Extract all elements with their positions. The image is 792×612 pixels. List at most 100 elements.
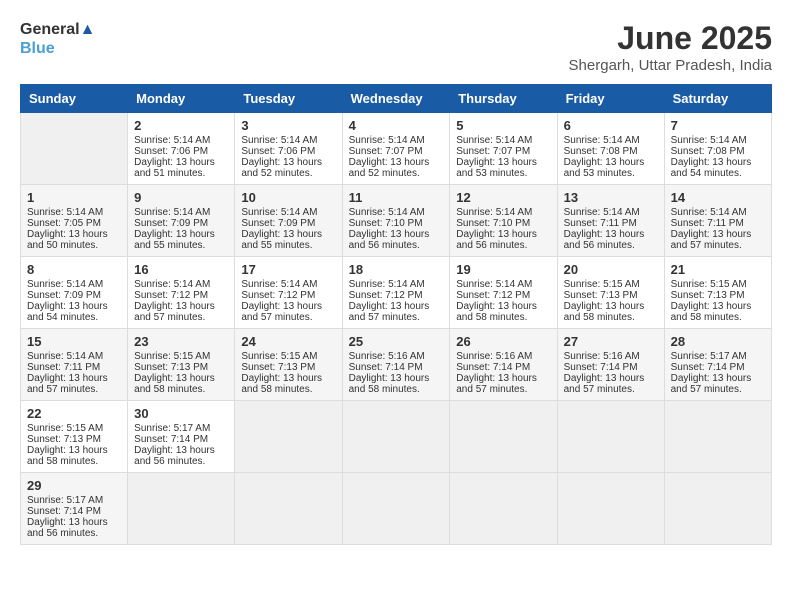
table-cell: 14 Sunrise: 5:14 AM Sunset: 7:11 PM Dayl… [664,185,771,257]
table-cell: 10 Sunrise: 5:14 AM Sunset: 7:09 PM Dayl… [235,185,342,257]
sunset-text: Sunset: 7:13 PM [241,362,315,373]
table-cell [450,473,557,545]
calendar-header-row: Sunday Monday Tuesday Wednesday Thursday… [21,85,772,113]
day-number: 11 [349,190,444,205]
daylight-text: Daylight: 13 hours and 57 minutes. [349,301,430,323]
daylight-text: Daylight: 13 hours and 50 minutes. [27,229,108,251]
col-tuesday: Tuesday [235,85,342,113]
daylight-text: Daylight: 13 hours and 58 minutes. [27,445,108,467]
sunset-text: Sunset: 7:09 PM [241,218,315,229]
day-number: 26 [456,334,550,349]
daylight-text: Daylight: 13 hours and 52 minutes. [349,157,430,179]
daylight-text: Daylight: 13 hours and 56 minutes. [456,229,537,251]
daylight-text: Daylight: 13 hours and 58 minutes. [456,301,537,323]
table-cell: 4 Sunrise: 5:14 AM Sunset: 7:07 PM Dayli… [342,113,450,185]
daylight-text: Daylight: 13 hours and 56 minutes. [564,229,645,251]
day-number: 17 [241,262,335,277]
daylight-text: Daylight: 13 hours and 56 minutes. [134,445,215,467]
table-cell: 7 Sunrise: 5:14 AM Sunset: 7:08 PM Dayli… [664,113,771,185]
table-cell [557,401,664,473]
table-cell: 27 Sunrise: 5:16 AM Sunset: 7:14 PM Dayl… [557,329,664,401]
calendar-week-row: 2 Sunrise: 5:14 AM Sunset: 7:06 PM Dayli… [21,113,772,185]
col-monday: Monday [128,85,235,113]
sunrise-text: Sunrise: 5:16 AM [564,351,640,362]
table-cell: 13 Sunrise: 5:14 AM Sunset: 7:11 PM Dayl… [557,185,664,257]
daylight-text: Daylight: 13 hours and 55 minutes. [134,229,215,251]
table-cell: 18 Sunrise: 5:14 AM Sunset: 7:12 PM Dayl… [342,257,450,329]
sunrise-text: Sunrise: 5:15 AM [134,351,210,362]
sunrise-text: Sunrise: 5:14 AM [671,135,747,146]
logo: General▲ Blue [20,20,95,58]
sunrise-text: Sunrise: 5:16 AM [456,351,532,362]
table-cell: 1 Sunrise: 5:14 AM Sunset: 7:05 PM Dayli… [21,185,128,257]
sunrise-text: Sunrise: 5:14 AM [456,279,532,290]
daylight-text: Daylight: 13 hours and 56 minutes. [27,517,108,539]
table-cell: 8 Sunrise: 5:14 AM Sunset: 7:09 PM Dayli… [21,257,128,329]
table-cell [450,401,557,473]
calendar-body: 2 Sunrise: 5:14 AM Sunset: 7:06 PM Dayli… [21,113,772,545]
sunrise-text: Sunrise: 5:15 AM [27,423,103,434]
table-cell: 15 Sunrise: 5:14 AM Sunset: 7:11 PM Dayl… [21,329,128,401]
day-number: 25 [349,334,444,349]
sunrise-text: Sunrise: 5:14 AM [27,279,103,290]
table-cell: 21 Sunrise: 5:15 AM Sunset: 7:13 PM Dayl… [664,257,771,329]
sunset-text: Sunset: 7:12 PM [456,290,530,301]
day-number: 19 [456,262,550,277]
daylight-text: Daylight: 13 hours and 58 minutes. [241,373,322,395]
table-cell: 28 Sunrise: 5:17 AM Sunset: 7:14 PM Dayl… [664,329,771,401]
daylight-text: Daylight: 13 hours and 57 minutes. [671,229,752,251]
daylight-text: Daylight: 13 hours and 55 minutes. [241,229,322,251]
day-number: 2 [134,118,228,133]
day-number: 12 [456,190,550,205]
day-number: 29 [27,478,121,493]
sunrise-text: Sunrise: 5:17 AM [27,495,103,506]
day-number: 23 [134,334,228,349]
sunset-text: Sunset: 7:12 PM [134,290,208,301]
table-cell [557,473,664,545]
daylight-text: Daylight: 13 hours and 51 minutes. [134,157,215,179]
table-cell: 19 Sunrise: 5:14 AM Sunset: 7:12 PM Dayl… [450,257,557,329]
sunrise-text: Sunrise: 5:17 AM [671,351,747,362]
sunrise-text: Sunrise: 5:15 AM [241,351,317,362]
sunset-text: Sunset: 7:14 PM [456,362,530,373]
day-number: 13 [564,190,658,205]
table-cell [342,401,450,473]
table-cell: 20 Sunrise: 5:15 AM Sunset: 7:13 PM Dayl… [557,257,664,329]
calendar-week-row: 29 Sunrise: 5:17 AM Sunset: 7:14 PM Dayl… [21,473,772,545]
day-number: 30 [134,406,228,421]
sunrise-text: Sunrise: 5:14 AM [134,207,210,218]
table-cell: 22 Sunrise: 5:15 AM Sunset: 7:13 PM Dayl… [21,401,128,473]
table-cell: 26 Sunrise: 5:16 AM Sunset: 7:14 PM Dayl… [450,329,557,401]
table-cell [21,113,128,185]
daylight-text: Daylight: 13 hours and 58 minutes. [134,373,215,395]
sunset-text: Sunset: 7:08 PM [671,146,745,157]
table-cell: 29 Sunrise: 5:17 AM Sunset: 7:14 PM Dayl… [21,473,128,545]
table-cell [664,473,771,545]
day-number: 6 [564,118,658,133]
daylight-text: Daylight: 13 hours and 52 minutes. [241,157,322,179]
daylight-text: Daylight: 13 hours and 57 minutes. [27,373,108,395]
table-cell: 30 Sunrise: 5:17 AM Sunset: 7:14 PM Dayl… [128,401,235,473]
table-cell [235,401,342,473]
sunrise-text: Sunrise: 5:14 AM [564,135,640,146]
sunrise-text: Sunrise: 5:14 AM [241,207,317,218]
sunrise-text: Sunrise: 5:14 AM [349,279,425,290]
sunset-text: Sunset: 7:12 PM [241,290,315,301]
sunset-text: Sunset: 7:13 PM [671,290,745,301]
calendar-week-row: 22 Sunrise: 5:15 AM Sunset: 7:13 PM Dayl… [21,401,772,473]
day-number: 10 [241,190,335,205]
sunset-text: Sunset: 7:14 PM [134,434,208,445]
sunset-text: Sunset: 7:07 PM [349,146,423,157]
table-cell [664,401,771,473]
table-cell: 17 Sunrise: 5:14 AM Sunset: 7:12 PM Dayl… [235,257,342,329]
sunset-text: Sunset: 7:14 PM [564,362,638,373]
daylight-text: Daylight: 13 hours and 58 minutes. [671,301,752,323]
title-section: June 2025 Shergarh, Uttar Pradesh, India [569,20,772,74]
daylight-text: Daylight: 13 hours and 57 minutes. [564,373,645,395]
daylight-text: Daylight: 13 hours and 57 minutes. [134,301,215,323]
sunset-text: Sunset: 7:11 PM [27,362,100,373]
day-number: 16 [134,262,228,277]
day-number: 4 [349,118,444,133]
day-number: 15 [27,334,121,349]
sunset-text: Sunset: 7:10 PM [456,218,530,229]
